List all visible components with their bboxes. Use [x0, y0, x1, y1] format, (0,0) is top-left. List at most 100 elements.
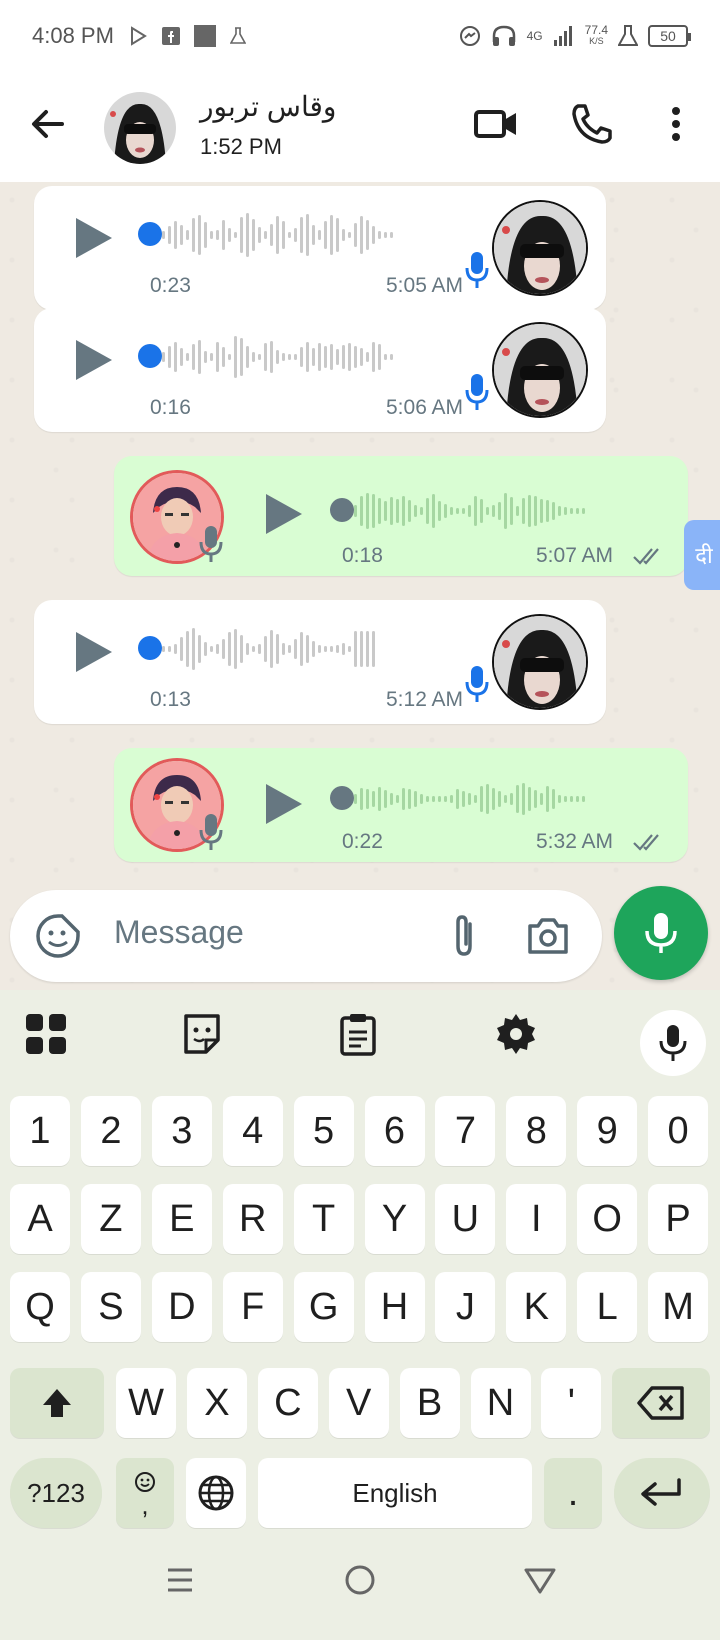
key[interactable]: T — [293, 1184, 354, 1254]
play-icon[interactable] — [262, 780, 306, 828]
key[interactable]: E — [151, 1184, 212, 1254]
key[interactable]: 6 — [364, 1096, 425, 1166]
waveform-bar — [324, 346, 327, 368]
waveform-bar — [180, 637, 183, 661]
play-icon[interactable] — [72, 214, 116, 262]
play-icon[interactable] — [72, 628, 116, 676]
waveform-bar — [198, 215, 201, 255]
key[interactable]: R — [222, 1184, 283, 1254]
home-icon[interactable] — [340, 1560, 380, 1600]
key[interactable]: 1 — [10, 1096, 70, 1166]
key[interactable]: J — [435, 1272, 496, 1342]
voice-call-icon[interactable] — [568, 100, 616, 148]
enter-key[interactable] — [614, 1458, 710, 1528]
waveform[interactable] — [162, 624, 375, 674]
period-key[interactable]: . — [544, 1458, 602, 1528]
clipboard-icon[interactable] — [334, 1010, 382, 1058]
key[interactable]: P — [648, 1184, 709, 1254]
back-arrow-icon[interactable] — [26, 102, 70, 146]
waveform-bar — [552, 789, 555, 809]
key[interactable]: 2 — [80, 1096, 141, 1166]
playback-dot[interactable] — [138, 344, 162, 368]
key[interactable]: N — [470, 1368, 531, 1438]
waveform-bar — [480, 499, 483, 523]
key[interactable]: B — [399, 1368, 460, 1438]
key[interactable]: ' — [541, 1368, 602, 1438]
play-icon[interactable] — [262, 490, 306, 538]
waveform-bar — [300, 632, 303, 666]
camera-icon[interactable] — [524, 912, 572, 960]
translate-floating-button[interactable]: दी — [684, 520, 720, 590]
key[interactable]: 4 — [222, 1096, 283, 1166]
play-icon[interactable] — [72, 336, 116, 384]
sticker-emoji-icon[interactable] — [34, 912, 82, 960]
key[interactable]: L — [577, 1272, 638, 1342]
more-options-icon[interactable] — [652, 100, 700, 148]
key[interactable]: Z — [80, 1184, 141, 1254]
symbols-key[interactable]: ?123 — [10, 1458, 102, 1528]
playback-dot[interactable] — [138, 636, 162, 660]
recent-apps-icon[interactable] — [160, 1560, 200, 1600]
shift-key[interactable] — [10, 1368, 104, 1438]
waveform-bar — [330, 344, 333, 370]
key[interactable]: M — [648, 1272, 709, 1342]
key[interactable]: 0 — [648, 1096, 709, 1166]
record-voice-button[interactable] — [614, 886, 708, 980]
contact-avatar[interactable] — [104, 92, 176, 164]
backspace-key[interactable] — [612, 1368, 710, 1438]
voice-message[interactable]: 0:18 5:07 AM — [114, 456, 688, 576]
key[interactable]: F — [222, 1272, 283, 1342]
emoji-comma-key[interactable]: , — [116, 1458, 174, 1528]
key[interactable]: D — [151, 1272, 212, 1342]
key[interactable]: 7 — [435, 1096, 496, 1166]
language-globe-key[interactable] — [186, 1458, 246, 1528]
key[interactable]: 8 — [506, 1096, 567, 1166]
voice-typing-button[interactable] — [640, 1010, 706, 1076]
message-composer[interactable]: Message — [10, 890, 602, 982]
back-nav-icon[interactable] — [520, 1560, 560, 1600]
key[interactable]: V — [328, 1368, 389, 1438]
waveform[interactable] — [354, 774, 585, 824]
waveform-bar — [180, 225, 183, 245]
video-call-icon[interactable] — [472, 100, 520, 148]
key[interactable]: X — [186, 1368, 247, 1438]
waveform-bar — [366, 631, 369, 667]
voice-message[interactable]: 0:23 5:05 AM — [34, 186, 606, 310]
playback-dot[interactable] — [330, 498, 354, 522]
waveform-bar — [384, 790, 387, 808]
sticker-icon[interactable] — [178, 1010, 226, 1058]
key[interactable]: 5 — [293, 1096, 354, 1166]
contact-name[interactable]: وقاس تربور — [200, 90, 336, 123]
key[interactable]: U — [435, 1184, 496, 1254]
playback-dot[interactable] — [138, 222, 162, 246]
apps-grid-icon[interactable] — [22, 1010, 70, 1058]
message-input[interactable]: Message — [114, 914, 244, 951]
key[interactable]: S — [80, 1272, 141, 1342]
key[interactable]: A — [10, 1184, 70, 1254]
key[interactable]: I — [506, 1184, 567, 1254]
waveform[interactable] — [162, 210, 393, 260]
waveform-bar — [510, 793, 513, 805]
voice-message[interactable]: 0:16 5:06 AM — [34, 308, 606, 432]
space-key[interactable]: English — [258, 1458, 532, 1528]
waveform[interactable] — [162, 332, 393, 382]
key[interactable]: Q — [10, 1272, 70, 1342]
voice-message[interactable]: 0:13 5:12 AM — [34, 600, 606, 724]
chat-area[interactable]: 0:23 5:05 AM 0:16 5:06 AM 0:18 5:07 AM 0… — [0, 182, 720, 990]
key[interactable]: C — [257, 1368, 318, 1438]
key[interactable]: O — [577, 1184, 638, 1254]
settings-gear-icon[interactable] — [492, 1010, 540, 1058]
headphones-icon — [492, 25, 515, 46]
key[interactable]: 3 — [151, 1096, 212, 1166]
key[interactable]: K — [506, 1272, 567, 1342]
key[interactable]: Y — [364, 1184, 425, 1254]
waveform-bar — [420, 507, 423, 515]
playback-dot[interactable] — [330, 786, 354, 810]
key[interactable]: 9 — [577, 1096, 638, 1166]
attach-icon[interactable] — [442, 912, 486, 960]
waveform[interactable] — [354, 486, 585, 536]
voice-message[interactable]: 0:22 5:32 AM — [114, 748, 688, 862]
key[interactable]: W — [116, 1368, 176, 1438]
key[interactable]: G — [293, 1272, 354, 1342]
key[interactable]: H — [364, 1272, 425, 1342]
